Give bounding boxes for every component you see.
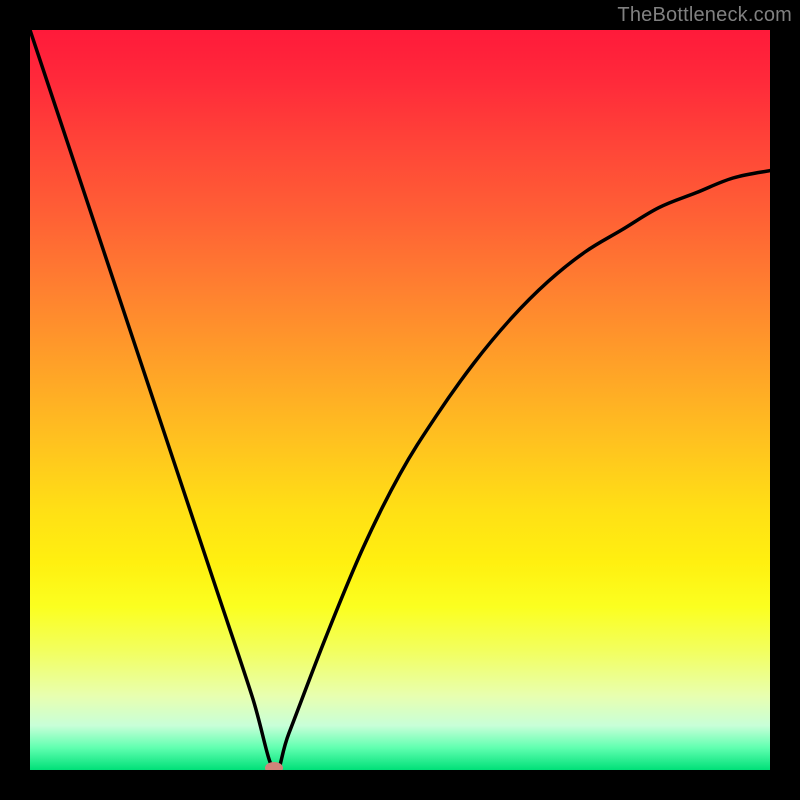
minimum-marker	[265, 762, 283, 770]
plot-area	[30, 30, 770, 770]
bottleneck-curve	[30, 30, 770, 770]
watermark-text: TheBottleneck.com	[617, 4, 792, 27]
chart-frame: TheBottleneck.com	[0, 0, 800, 800]
